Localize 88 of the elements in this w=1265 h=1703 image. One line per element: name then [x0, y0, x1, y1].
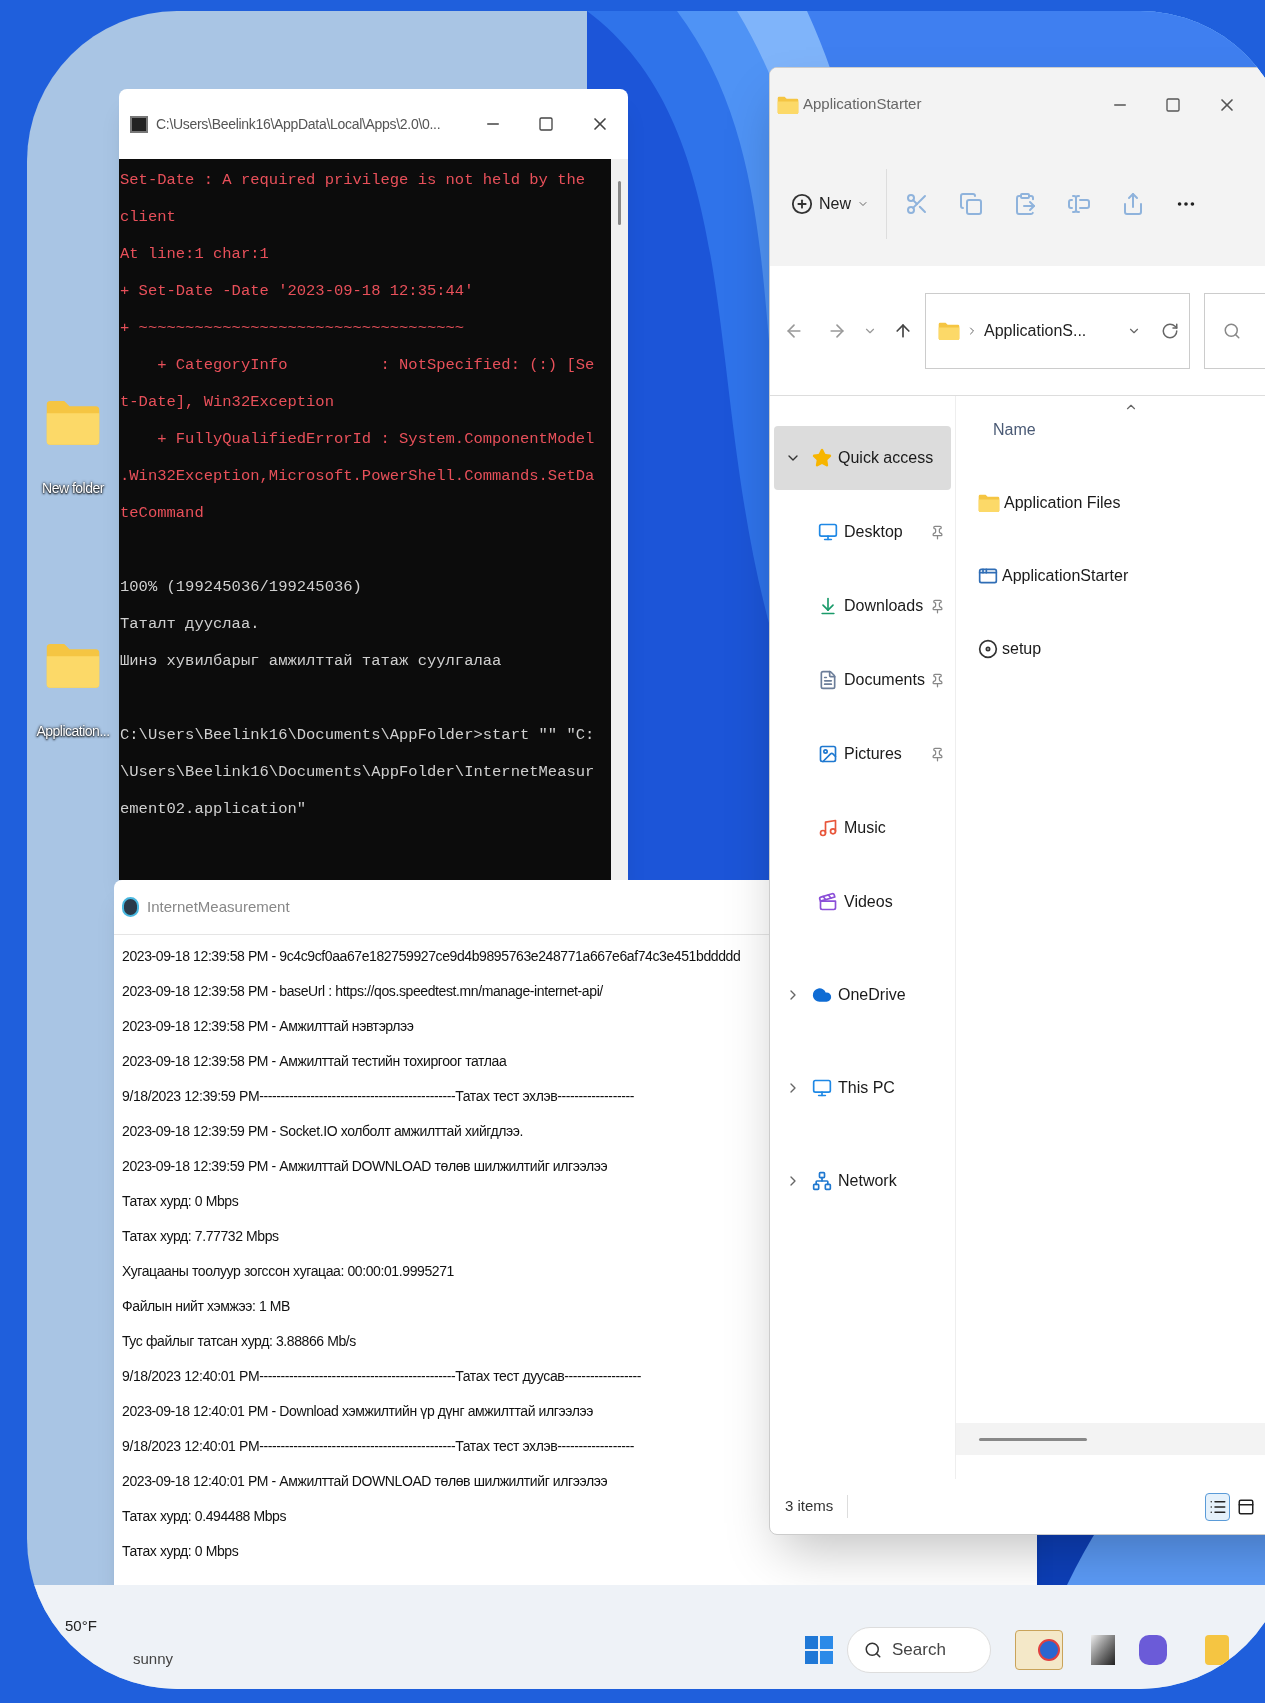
status-text: 3 items [785, 1495, 849, 1518]
console-icon [130, 115, 148, 133]
chat-app-icon[interactable] [1139, 1635, 1167, 1665]
log-line: Файлын нийт хэмжээ: 1 MB [122, 1297, 291, 1316]
monitor-icon [812, 1078, 832, 1098]
network-icon [812, 1171, 832, 1191]
log-line: 2023-09-18 12:39:58 PM - Амжилттай нэвтэрлээ [122, 1017, 414, 1036]
log-line: 2023-09-18 12:39:58 PM - 9c4c9cf0aa67e182759927ce9d4b9895763e248771a667e6af74c3e451bddddd [122, 947, 741, 966]
nav-item[interactable]: Desktop [774, 500, 951, 564]
log-line: Тус файлыг татсан хурд: 3.88866 Mb/s [122, 1332, 356, 1351]
start-button[interactable] [805, 1636, 833, 1664]
console-line: 100% (199245036/199245036) [120, 577, 363, 598]
nav-item[interactable]: OneDrive [774, 963, 951, 1027]
maximize-button[interactable] [1165, 96, 1182, 113]
notepad-app-icon[interactable] [1015, 1630, 1063, 1670]
log-line: 2023-09-18 12:39:58 PM - baseUrl : https://qos.speedtest.mn/manage-internet-api/ [122, 982, 603, 1001]
log-line: Татах хурд: 0 Mbps [122, 1192, 239, 1211]
search-icon [1223, 321, 1241, 340]
console-line: client [120, 207, 177, 228]
window-title: InternetMeasurement [147, 896, 290, 917]
nav-item[interactable]: Downloads [774, 574, 951, 638]
document-icon [818, 670, 838, 690]
nav-item[interactable]: Network [774, 1149, 951, 1213]
window-title: C:\Users\Beelink16\AppData\Local\Apps\2.0\0... [156, 114, 441, 134]
console-line: + CategoryInfo : NotSpecified: (:) [Se [156, 355, 596, 376]
log-line: 9/18/2023 12:40:01 PM----------------------------------------------Татах тест эхлэв------------------ [122, 1437, 634, 1456]
file-item[interactable]: Application Files [978, 466, 1265, 539]
folder-icon [938, 320, 960, 341]
plus-icon [791, 192, 813, 215]
console-line: Шинэ хувилбарыг амжилттай татаж суулгалаа [120, 651, 503, 672]
address-bar[interactable]: ApplicationS... [925, 292, 1190, 369]
clapperboard-icon [818, 892, 838, 912]
refresh-icon[interactable] [1161, 321, 1179, 340]
console-line: + ~~~~~~~~~~~~~~~~~~~~~~~~~~~~~~~~~~~ [120, 318, 466, 339]
cloud-icon [812, 985, 832, 1005]
folder-icon [777, 94, 799, 115]
search-button[interactable]: Search [847, 1627, 991, 1673]
monitor-icon [818, 522, 838, 542]
folder-icon [978, 492, 1000, 513]
console-line: Таталт дууслаа. [120, 614, 261, 635]
log-line: 9/18/2023 12:39:59 PM----------------------------------------------Татах тест эхлэв------------------ [122, 1087, 634, 1106]
app-icon [122, 897, 139, 917]
log-line: 9/18/2023 12:40:01 PM----------------------------------------------Татах тест дуусав------------------ [122, 1367, 642, 1386]
details-view-button[interactable] [1205, 1492, 1230, 1521]
window-app-icon[interactable] [1091, 1635, 1115, 1665]
window-title: ApplicationStarter [803, 94, 922, 115]
scrollbar[interactable] [611, 159, 628, 880]
horizontal-scrollbar[interactable] [956, 1423, 1265, 1455]
console-line: + Set-Date -Date '2023-09-18 12:35:44' [120, 281, 475, 302]
nav-item[interactable]: This PC [774, 1056, 951, 1120]
console-line: .Win32Exception,Microsoft.PowerShell.Commands.SetDa [120, 466, 596, 487]
star-icon [812, 448, 832, 468]
nav-item[interactable]: Pictures [774, 722, 951, 786]
log-line: 2023-09-18 12:40:01 PM - Download хэмжилтийн үр дүнг амжилттай илгээлээ [122, 1402, 593, 1421]
log-line: Татах хурд: 0 Mbps [122, 1542, 239, 1561]
weather-condition: sunny [133, 1648, 175, 1669]
console-line: C:\Users\Beelink16\Documents\AppFolder>start "" "C: [120, 725, 596, 746]
console-line: t-Date], Win32Exception [120, 392, 335, 413]
console-line: Set-Date : A required privilege is not held by the [120, 170, 587, 191]
console-line: teCommand [120, 503, 205, 524]
console-line: At line:1 char:1 [120, 244, 270, 265]
weather-temperature: 50°F [65, 1616, 98, 1636]
maximize-button[interactable] [538, 116, 554, 132]
console-line: + FullyQualifiedErrorId : System.ComponentModel [156, 429, 596, 450]
log-line: 2023-09-18 12:39:58 PM - Амжилттай тестийн тохиргоог татлаа [122, 1052, 507, 1071]
log-line: Татах хурд: 7.77732 Mbps [122, 1227, 279, 1246]
log-line: Хугацааны тоолуур зогссон хугацаа: 00:00:01.9995271 [122, 1262, 454, 1281]
new-button[interactable]: New [791, 191, 869, 216]
search-icon [864, 1641, 882, 1659]
tile-icon [1236, 1497, 1255, 1516]
nav-item[interactable]: Music [774, 796, 951, 860]
log-line: Татах хурд: 0.494488 Mbps [122, 1507, 287, 1526]
console-line: ement02.application" [120, 799, 308, 820]
nav-item[interactable]: Quick access [774, 426, 951, 490]
log-line: 2023-09-18 12:39:59 PM - Амжилттай DOWNLOAD төлөв шилжилтийг илгээлээ [122, 1157, 608, 1176]
disc-icon [978, 638, 998, 659]
log-line: 2023-09-18 12:40:01 PM - Амжилттай DOWNLOAD төлөв шилжилтийг илгээлээ [122, 1472, 608, 1491]
log-line: 2023-09-18 12:39:59 PM - Socket.IO холболт амжилттай хийгдлээ. [122, 1122, 523, 1141]
column-header[interactable]: Name [993, 418, 1036, 442]
nav-item[interactable]: Videos [774, 870, 951, 934]
console-line: \Users\Beelink16\Documents\AppFolder\InternetMeasur [120, 762, 596, 783]
file-item[interactable]: ApplicationStarter [978, 539, 1265, 612]
file-item[interactable]: setup [978, 612, 1265, 685]
download-icon [818, 596, 838, 616]
picture-icon [818, 744, 838, 764]
music-icon [818, 818, 838, 838]
folder-app-icon[interactable] [1205, 1635, 1229, 1665]
nav-item[interactable]: Documents [774, 648, 951, 712]
